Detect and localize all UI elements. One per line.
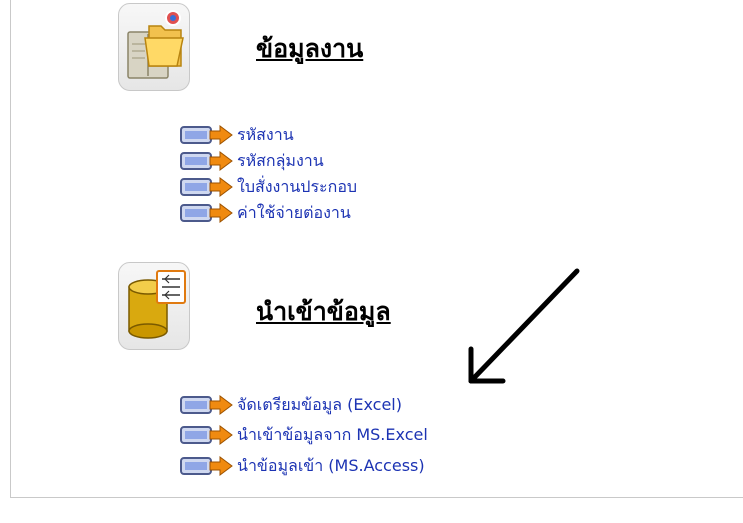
arrow-link-icon (180, 455, 234, 477)
page: ข้อมูลงาน รหัสงาน รหัสกลุ่มงาน ใบสั่งงาน… (0, 0, 743, 523)
database-import-icon[interactable] (118, 262, 190, 350)
section-title-job-data[interactable]: ข้อมูลงาน (256, 29, 363, 69)
section-title-data-import[interactable]: นำเข้าข้อมูล (256, 292, 391, 332)
link-assembly-work-order[interactable]: ใบสั่งงานประกอบ (180, 176, 357, 198)
arrow-link-icon (180, 124, 234, 146)
link-label: ใบสั่งงานประกอบ (237, 176, 358, 196)
link-cost-per-job[interactable]: ค่าใช้จ่ายต่องาน (180, 202, 351, 224)
arrow-link-icon (180, 176, 234, 198)
link-job-group-code[interactable]: รหัสกลุ่มงาน (180, 150, 324, 172)
link-import-from-excel[interactable]: นำเข้าข้อมูลจาก MS.Excel (180, 424, 428, 446)
link-label: จัดเตรียมข้อมูล (Excel) (237, 394, 402, 414)
link-label: รหัสกลุ่มงาน (237, 150, 324, 170)
link-job-code[interactable]: รหัสงาน (180, 124, 294, 146)
black-pointer-arrow-icon (468, 268, 580, 384)
link-label: นำข้อมูลเข้า (MS.Access) (237, 455, 425, 475)
arrow-link-icon (180, 424, 234, 446)
panel-left-border (10, 0, 11, 497)
open-book-folder-icon[interactable] (118, 3, 190, 91)
link-import-from-access[interactable]: นำข้อมูลเข้า (MS.Access) (180, 455, 425, 477)
arrow-link-icon (180, 394, 234, 416)
link-label: ค่าใช้จ่ายต่องาน (237, 202, 351, 222)
link-label: นำเข้าข้อมูลจาก MS.Excel (237, 424, 428, 444)
arrow-link-icon (180, 150, 234, 172)
arrow-link-icon (180, 202, 234, 224)
link-label: รหัสงาน (237, 124, 294, 144)
link-prepare-data-excel[interactable]: จัดเตรียมข้อมูล (Excel) (180, 394, 402, 416)
panel-bottom-border (10, 497, 743, 498)
